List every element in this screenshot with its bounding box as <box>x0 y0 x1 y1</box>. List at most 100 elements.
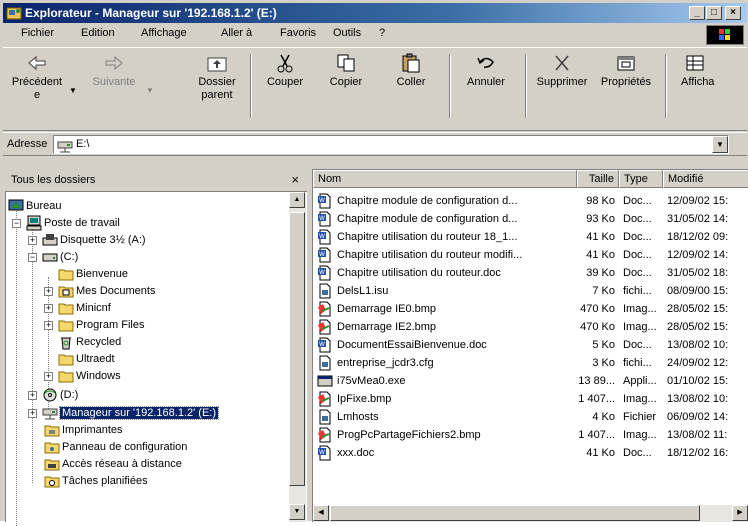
expand-toggle[interactable]: + <box>44 321 53 330</box>
undo-button[interactable]: Annuler <box>458 52 514 89</box>
file-type: Doc... <box>623 447 652 459</box>
minimize-button[interactable]: _ <box>689 6 705 20</box>
copy-label: Copier <box>329 76 363 88</box>
scroll-down-button[interactable]: ▼ <box>289 504 305 520</box>
file-row[interactable]: Demarrage IE0.bmp 470 Ko Imag... 28/05/02 1… <box>313 300 748 318</box>
explorer-app-icon <box>6 7 22 20</box>
forward-dropdown-arrow[interactable]: ▼ <box>146 86 154 95</box>
file-row[interactable]: DelsL1.isu 7 Ko fichi... 08/09/00 15: <box>313 282 748 300</box>
file-modified: 18/12/02 16: <box>667 447 729 459</box>
windows-flag-icon <box>719 29 730 40</box>
scroll-up-button[interactable]: ▲ <box>289 192 305 208</box>
collapse-toggle[interactable]: − <box>28 253 37 262</box>
folders-pane-close-icon[interactable]: × <box>291 172 299 187</box>
file-row[interactable]: i75vMea0.exe 13 89... Appli... 01/10/02 15: <box>313 372 748 390</box>
properties-button[interactable]: Propriétés <box>595 52 657 89</box>
toolbar: Précédent e ▼ Suivante ▼ Dossier parent <box>3 47 747 131</box>
back-button[interactable]: Précédent e <box>7 52 67 102</box>
parent-folder-button[interactable]: Dossier parent <box>188 52 246 102</box>
printers-folder-icon <box>44 425 60 437</box>
back-dropdown-arrow[interactable]: ▼ <box>69 86 77 95</box>
dialup-networking-icon <box>44 459 60 471</box>
column-header-modified[interactable]: Modifié <box>663 170 748 188</box>
scroll-left-button[interactable]: ◀ <box>313 505 329 521</box>
file-type: Doc... <box>623 267 652 279</box>
menu-affichage[interactable]: Affichage <box>141 27 187 39</box>
maximize-button[interactable]: □ <box>706 6 722 20</box>
file-type: fichi... <box>623 285 652 297</box>
file-row[interactable]: IpFixe.bmp 1 407... Imag... 13/08/02 10: <box>313 390 748 408</box>
file-type: Imag... <box>623 321 657 333</box>
file-row[interactable]: Wxxx.doc 41 Ko Doc... 18/12/02 16: <box>313 444 748 462</box>
cut-button[interactable]: Couper <box>259 52 311 89</box>
file-size: 1 407... <box>578 429 615 441</box>
column-header-type[interactable]: Type <box>619 170 663 188</box>
file-name: DelsL1.isu <box>337 285 389 297</box>
folder-icon <box>58 269 74 281</box>
file-row[interactable]: W Chapitre module de configuration d... 98… <box>313 192 748 210</box>
column-header-name[interactable]: Nom <box>313 170 577 188</box>
file-row[interactable]: ProgPcPartageFichiers2.bmp 1 407... Imag..… <box>313 426 748 444</box>
file-size: 41 Ko <box>586 249 615 261</box>
bitmap-icon <box>318 391 331 407</box>
file-size: 470 Ko <box>580 321 615 333</box>
folder-tree: Bureau − Poste de travail + Disquette 3½… <box>5 191 307 526</box>
generic-file-icon <box>319 355 331 371</box>
file-size: 13 89... <box>578 375 615 387</box>
file-row[interactable]: W DocumentEssaiBienvenue.doc 5 Ko Doc... 13/… <box>313 336 748 354</box>
word-doc-icon: W <box>318 211 331 227</box>
paste-button[interactable]: Coller <box>385 52 437 89</box>
collapse-toggle[interactable]: − <box>12 219 21 228</box>
file-list-hscrollbar[interactable]: ◀ ▶ <box>313 505 748 522</box>
folder-icon <box>58 354 74 366</box>
file-list-pane: Nom Taille Type Modifié W Chapitre module… <box>312 169 748 522</box>
file-row[interactable]: W Chapitre module de configuration d... 93… <box>313 210 748 228</box>
file-modified: 13/08/02 10: <box>667 339 729 351</box>
file-name: Chapitre module de configuration d... <box>337 195 518 207</box>
menu-help[interactable]: ? <box>379 27 385 39</box>
expand-toggle[interactable]: + <box>44 287 53 296</box>
title-bar[interactable]: Explorateur - Manageur sur '192.168.1.2'… <box>3 3 747 23</box>
bitmap-icon <box>318 319 331 335</box>
scroll-thumb[interactable] <box>330 505 700 521</box>
word-doc-icon: W <box>318 337 331 353</box>
file-row[interactable]: W Chapitre utilisation du routeur modifi.… <box>313 246 748 264</box>
delete-x-icon <box>555 55 569 71</box>
menu-favoris[interactable]: Favoris <box>280 27 316 39</box>
expand-toggle[interactable]: + <box>44 304 53 313</box>
scissors-icon <box>277 54 293 73</box>
views-button[interactable]: Afficha <box>671 52 747 89</box>
delete-button[interactable]: Supprimer <box>531 52 593 89</box>
expand-toggle[interactable]: + <box>28 409 37 418</box>
back-label-line2: e <box>33 89 41 101</box>
file-row[interactable]: W Chapitre utilisation du routeur 18_1...… <box>313 228 748 246</box>
menu-edition[interactable]: Edition <box>81 27 115 39</box>
file-row[interactable]: entreprise_jcdr3.cfg 3 Ko fichi... 24/09/02… <box>313 354 748 372</box>
forward-button[interactable]: Suivante <box>83 52 145 89</box>
address-input[interactable]: E:\ ▼ <box>53 135 729 154</box>
copy-button[interactable]: Copier <box>320 52 372 89</box>
column-header-size[interactable]: Taille <box>577 170 619 188</box>
file-type: Doc... <box>623 339 652 351</box>
menu-fichier[interactable]: Fichier <box>21 27 54 39</box>
menu-aller-a[interactable]: Aller à <box>221 27 252 39</box>
address-dropdown-button[interactable]: ▼ <box>712 136 728 153</box>
bitmap-icon <box>318 427 331 443</box>
file-row[interactable]: Demarrage IE2.bmp 470 Ko Imag... 28/05/02 1… <box>313 318 748 336</box>
scroll-thumb[interactable] <box>289 212 305 486</box>
file-size: 5 Ko <box>592 339 615 351</box>
expand-toggle[interactable]: + <box>44 372 53 381</box>
file-modified: 13/08/02 10: <box>667 393 729 405</box>
recycle-bin-icon <box>61 337 71 350</box>
expand-toggle[interactable]: + <box>28 391 37 400</box>
scroll-right-button[interactable]: ▶ <box>732 505 748 521</box>
menu-outils[interactable]: Outils <box>333 27 361 39</box>
file-type: Doc... <box>623 249 652 261</box>
file-type: Imag... <box>623 393 657 405</box>
expand-toggle[interactable]: + <box>28 236 37 245</box>
close-button[interactable]: × <box>725 6 741 20</box>
svg-text:W: W <box>319 233 325 240</box>
file-row[interactable]: Lmhosts 4 Ko Fichier 06/09/02 14: <box>313 408 748 426</box>
file-row[interactable]: W Chapitre utilisation du routeur.doc 39 K… <box>313 264 748 282</box>
folder-tree-vscrollbar[interactable]: ▲ ▼ <box>289 192 306 522</box>
